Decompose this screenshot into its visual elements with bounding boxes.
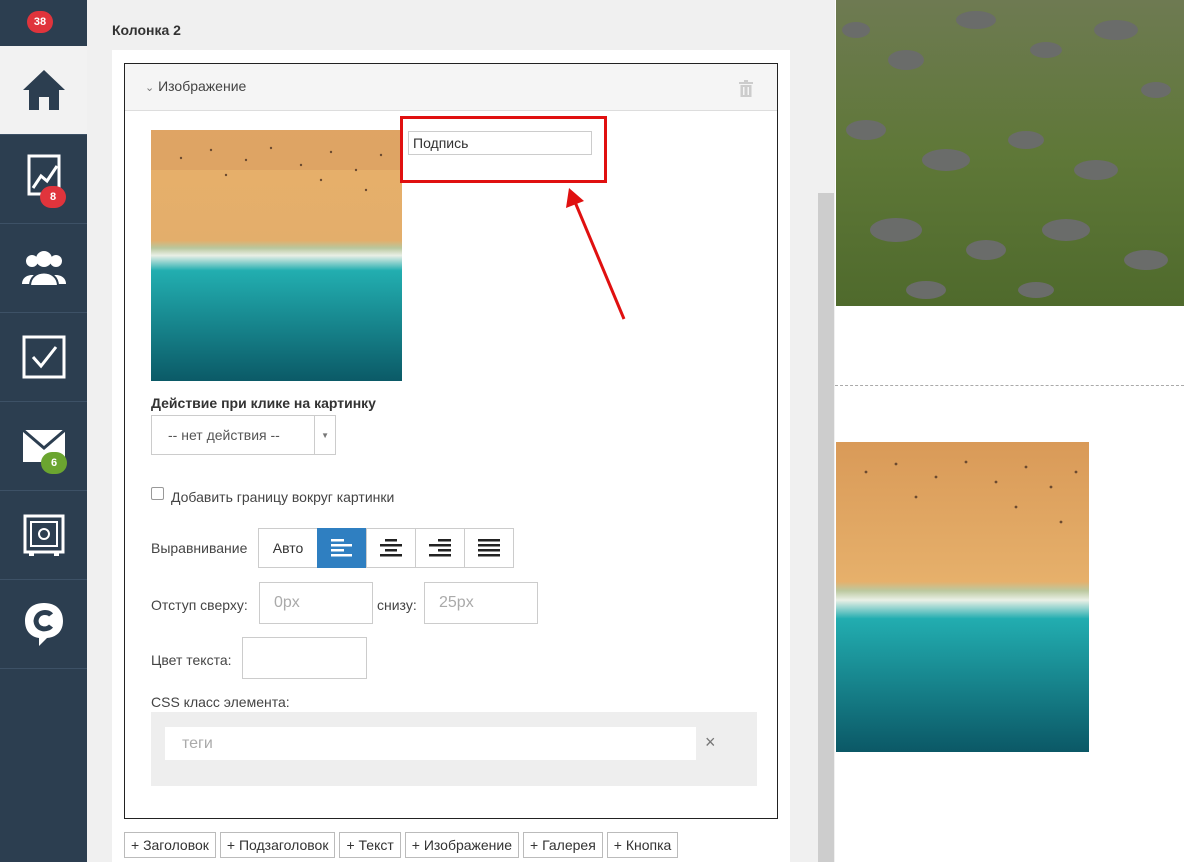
notifications-badge[interactable]: 38 (27, 11, 53, 33)
mail-badge: 6 (41, 452, 67, 474)
home-icon (22, 70, 65, 110)
add-heading-button[interactable]: + Заголовок (124, 832, 216, 858)
trash-icon[interactable] (739, 80, 753, 100)
add-image-button[interactable]: + Изображение (404, 832, 520, 858)
landscape-image-preview (836, 0, 1184, 306)
sidebar-item-mail[interactable]: 6 (0, 402, 87, 491)
image-block-title[interactable]: ⌄ Изображение (145, 78, 246, 94)
image-block-title-label: Изображение (158, 78, 247, 94)
click-action-label: Действие при клике на картинку (151, 395, 376, 411)
alignment-button-group: Авто (258, 528, 514, 568)
align-left-button[interactable] (317, 528, 367, 568)
click-action-value: -- нет действия -- (168, 427, 280, 443)
sidebar-top: 38 (0, 0, 87, 46)
css-class-label: CSS класс элемента: (151, 694, 290, 710)
border-checkbox[interactable] (151, 487, 164, 500)
chevron-down-icon: ▼ (321, 431, 329, 440)
highlight-box (400, 116, 607, 183)
add-button-button[interactable]: + Кнопка (606, 832, 679, 858)
column-title: Колонка 2 (112, 22, 181, 38)
align-left-icon (331, 539, 352, 557)
margin-top-input[interactable]: 0px (259, 582, 373, 624)
add-element-toolbar: + Заголовок + Подзаголовок + Текст + Изо… (124, 832, 682, 858)
text-color-label: Цвет текста: (151, 652, 232, 668)
align-justify-button[interactable] (464, 528, 514, 568)
margin-bottom-label: снизу: (377, 597, 417, 613)
align-right-icon (429, 539, 451, 557)
sidebar-item-tasks[interactable] (0, 313, 87, 402)
editor-column: Колонка 2 ⌄ Изображение Подпись Действие… (87, 0, 835, 862)
sidebar-item-safe[interactable] (0, 491, 87, 580)
margin-bottom-input[interactable]: 25px (424, 582, 538, 624)
section-divider (835, 385, 1184, 386)
border-checkbox-label[interactable]: Добавить границу вокруг картинки (171, 489, 394, 505)
beach-image-preview (836, 442, 1089, 752)
add-subheading-button[interactable]: + Подзаголовок (219, 832, 336, 858)
beach-image-thumbnail[interactable] (151, 130, 402, 381)
editor-scrollbar[interactable] (818, 193, 834, 862)
tags-input[interactable]: теги (165, 727, 696, 760)
sidebar-item-stats[interactable]: 8 (0, 135, 87, 224)
align-justify-icon (478, 539, 500, 557)
preview-pane (835, 0, 1184, 862)
css-class-tags-area: теги × (151, 712, 757, 786)
image-block-panel: ⌄ Изображение Подпись Действие при клике… (124, 63, 778, 819)
stats-badge: 8 (40, 186, 66, 208)
close-icon[interactable]: × (705, 732, 716, 753)
sidebar-item-home[interactable] (0, 46, 87, 135)
text-color-input[interactable] (242, 637, 367, 679)
users-icon (21, 251, 66, 286)
add-gallery-button[interactable]: + Галерея (523, 832, 603, 858)
chat-c-icon (24, 603, 63, 646)
align-auto-button[interactable]: Авто (258, 528, 318, 568)
align-right-button[interactable] (415, 528, 465, 568)
checkbox-icon (22, 335, 65, 379)
sidebar: 38 8 6 (0, 0, 87, 862)
align-center-button[interactable] (366, 528, 416, 568)
image-block-header[interactable]: ⌄ Изображение (125, 64, 777, 111)
margin-top-label: Отступ сверху: (151, 597, 248, 613)
alignment-label: Выравнивание (151, 540, 248, 556)
sidebar-item-users[interactable] (0, 224, 87, 313)
align-center-icon (380, 539, 402, 557)
add-text-button[interactable]: + Текст (339, 832, 401, 858)
chevron-down-icon: ⌄ (145, 82, 155, 94)
safe-icon (23, 514, 64, 556)
sidebar-item-chat[interactable] (0, 580, 87, 669)
click-action-select[interactable]: -- нет действия -- ▼ (151, 415, 336, 455)
select-divider (314, 416, 315, 454)
